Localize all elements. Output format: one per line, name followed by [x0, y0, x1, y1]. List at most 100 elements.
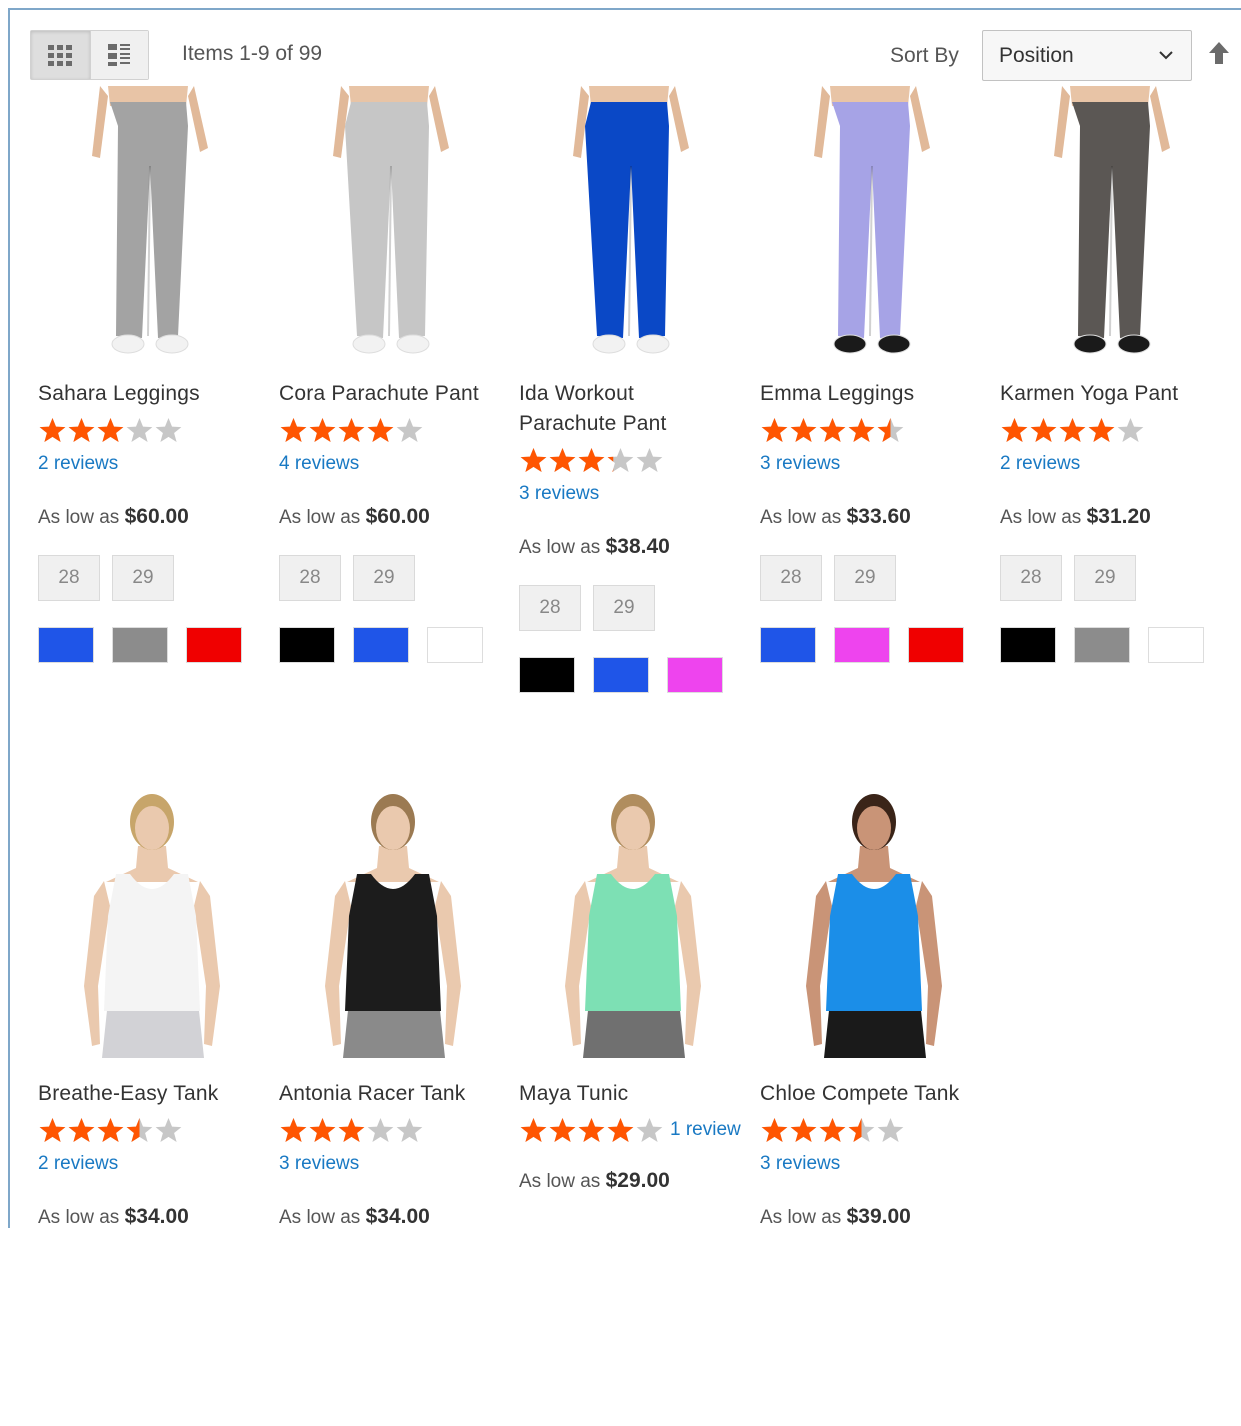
product-name-link[interactable]: Maya Tunic	[519, 1079, 628, 1109]
star-icon	[309, 418, 336, 442]
star-icon	[761, 418, 788, 442]
product-price: As low as $29.00	[519, 1169, 670, 1193]
size-option[interactable]: 29	[112, 555, 174, 601]
size-option[interactable]: 29	[834, 555, 896, 601]
product-image[interactable]	[760, 86, 988, 366]
star-icon	[367, 418, 394, 442]
price-label: As low as	[760, 507, 847, 528]
reviews-link[interactable]: 2 reviews	[1000, 453, 1080, 475]
product-item: Antonia Racer Tank 3 reviews As low as $34…	[279, 786, 507, 1426]
size-option[interactable]: 29	[593, 585, 655, 631]
grid-mode-button[interactable]	[31, 31, 90, 79]
sort-by-select[interactable]: Position	[982, 30, 1192, 81]
color-options	[1000, 627, 1204, 663]
reviews-link[interactable]: 1 review	[670, 1119, 741, 1141]
products-toolbar: Items 1-9 of 99 Sort By Position	[30, 30, 1235, 82]
price-label: As low as	[279, 1207, 366, 1228]
star-icon	[155, 418, 182, 442]
product-name-link[interactable]: Breathe-Easy Tank	[38, 1079, 218, 1109]
color-swatch[interactable]	[1148, 627, 1204, 663]
star-icon	[1088, 418, 1115, 442]
product-name-link[interactable]: Parachute Pant	[519, 409, 667, 439]
star-icon	[877, 1118, 904, 1142]
size-option[interactable]: 28	[519, 585, 581, 631]
reviews-link[interactable]: 3 reviews	[279, 1153, 359, 1175]
star-icon	[68, 418, 95, 442]
product-price: As low as $60.00	[279, 505, 430, 529]
color-swatch[interactable]	[1074, 627, 1130, 663]
star-icon	[39, 418, 66, 442]
color-swatch[interactable]	[760, 627, 816, 663]
color-swatch[interactable]	[834, 627, 890, 663]
product-image[interactable]	[279, 86, 507, 366]
size-option[interactable]: 29	[353, 555, 415, 601]
product-name-link[interactable]: Cora Parachute Pant	[279, 379, 479, 409]
product-price: As low as $34.00	[38, 1205, 189, 1229]
product-image[interactable]	[519, 86, 747, 366]
list-icon	[108, 44, 131, 66]
price-amount: $31.20	[1086, 505, 1151, 528]
color-swatch[interactable]	[38, 627, 94, 663]
product-image[interactable]	[1000, 86, 1228, 366]
star-icon	[607, 1118, 634, 1142]
color-swatch[interactable]	[353, 627, 409, 663]
star-icon	[338, 418, 365, 442]
price-amount: $39.00	[846, 1205, 911, 1228]
price-amount: $29.00	[605, 1169, 670, 1192]
star-icon	[520, 1118, 547, 1142]
product-name-link[interactable]: Ida Workout	[519, 379, 634, 409]
star-icon	[549, 448, 576, 472]
reviews-link[interactable]: 3 reviews	[519, 483, 599, 505]
color-swatch[interactable]	[186, 627, 242, 663]
color-swatch[interactable]	[519, 657, 575, 693]
star-icon	[520, 448, 547, 472]
product-price: As low as $39.00	[760, 1205, 911, 1229]
reviews-link[interactable]: 2 reviews	[38, 1153, 118, 1175]
product-name-link[interactable]: Chloe Compete Tank	[760, 1079, 959, 1109]
product-name-link[interactable]: Emma Leggings	[760, 379, 914, 409]
list-mode-button[interactable]	[89, 31, 148, 79]
star-icon	[126, 1118, 153, 1142]
price-amount: $60.00	[365, 505, 430, 528]
reviews-link[interactable]: 4 reviews	[279, 453, 359, 475]
size-options: 28 29	[519, 585, 655, 631]
product-price: As low as $60.00	[38, 505, 189, 529]
product-image[interactable]	[760, 786, 988, 1066]
product-name-link[interactable]: Antonia Racer Tank	[279, 1079, 466, 1109]
star-icon	[338, 1118, 365, 1142]
price-label: As low as	[279, 507, 366, 528]
product-item: Cora Parachute Pant 4 reviews As low as $6…	[279, 86, 507, 726]
reviews-link[interactable]: 3 reviews	[760, 453, 840, 475]
product-name-link[interactable]: Karmen Yoga Pant	[1000, 379, 1178, 409]
color-swatch[interactable]	[667, 657, 723, 693]
size-option[interactable]: 28	[38, 555, 100, 601]
color-swatch[interactable]	[279, 627, 335, 663]
reviews-link[interactable]: 3 reviews	[760, 1153, 840, 1175]
color-swatch[interactable]	[427, 627, 483, 663]
star-icon	[607, 448, 634, 472]
rating-stars	[279, 1117, 424, 1143]
product-name-link[interactable]: Sahara Leggings	[38, 379, 200, 409]
product-image[interactable]	[38, 86, 266, 366]
color-swatch[interactable]	[1000, 627, 1056, 663]
size-option[interactable]: 28	[1000, 555, 1062, 601]
size-option[interactable]: 29	[1074, 555, 1136, 601]
product-image[interactable]	[519, 786, 747, 1066]
star-icon	[1001, 418, 1028, 442]
color-options	[519, 657, 723, 693]
product-image[interactable]	[279, 786, 507, 1066]
product-price: As low as $31.20	[1000, 505, 1151, 529]
size-option[interactable]: 28	[760, 555, 822, 601]
star-icon	[39, 1118, 66, 1142]
product-image[interactable]	[38, 786, 266, 1066]
star-icon	[280, 1118, 307, 1142]
color-swatch[interactable]	[593, 657, 649, 693]
color-swatch[interactable]	[908, 627, 964, 663]
size-option[interactable]: 28	[279, 555, 341, 601]
arrow-up-icon[interactable]	[1206, 40, 1232, 68]
price-amount: $34.00	[365, 1205, 430, 1228]
reviews-link[interactable]: 2 reviews	[38, 453, 118, 475]
color-swatch[interactable]	[112, 627, 168, 663]
price-amount: $34.00	[124, 1205, 189, 1228]
star-icon	[1030, 418, 1057, 442]
